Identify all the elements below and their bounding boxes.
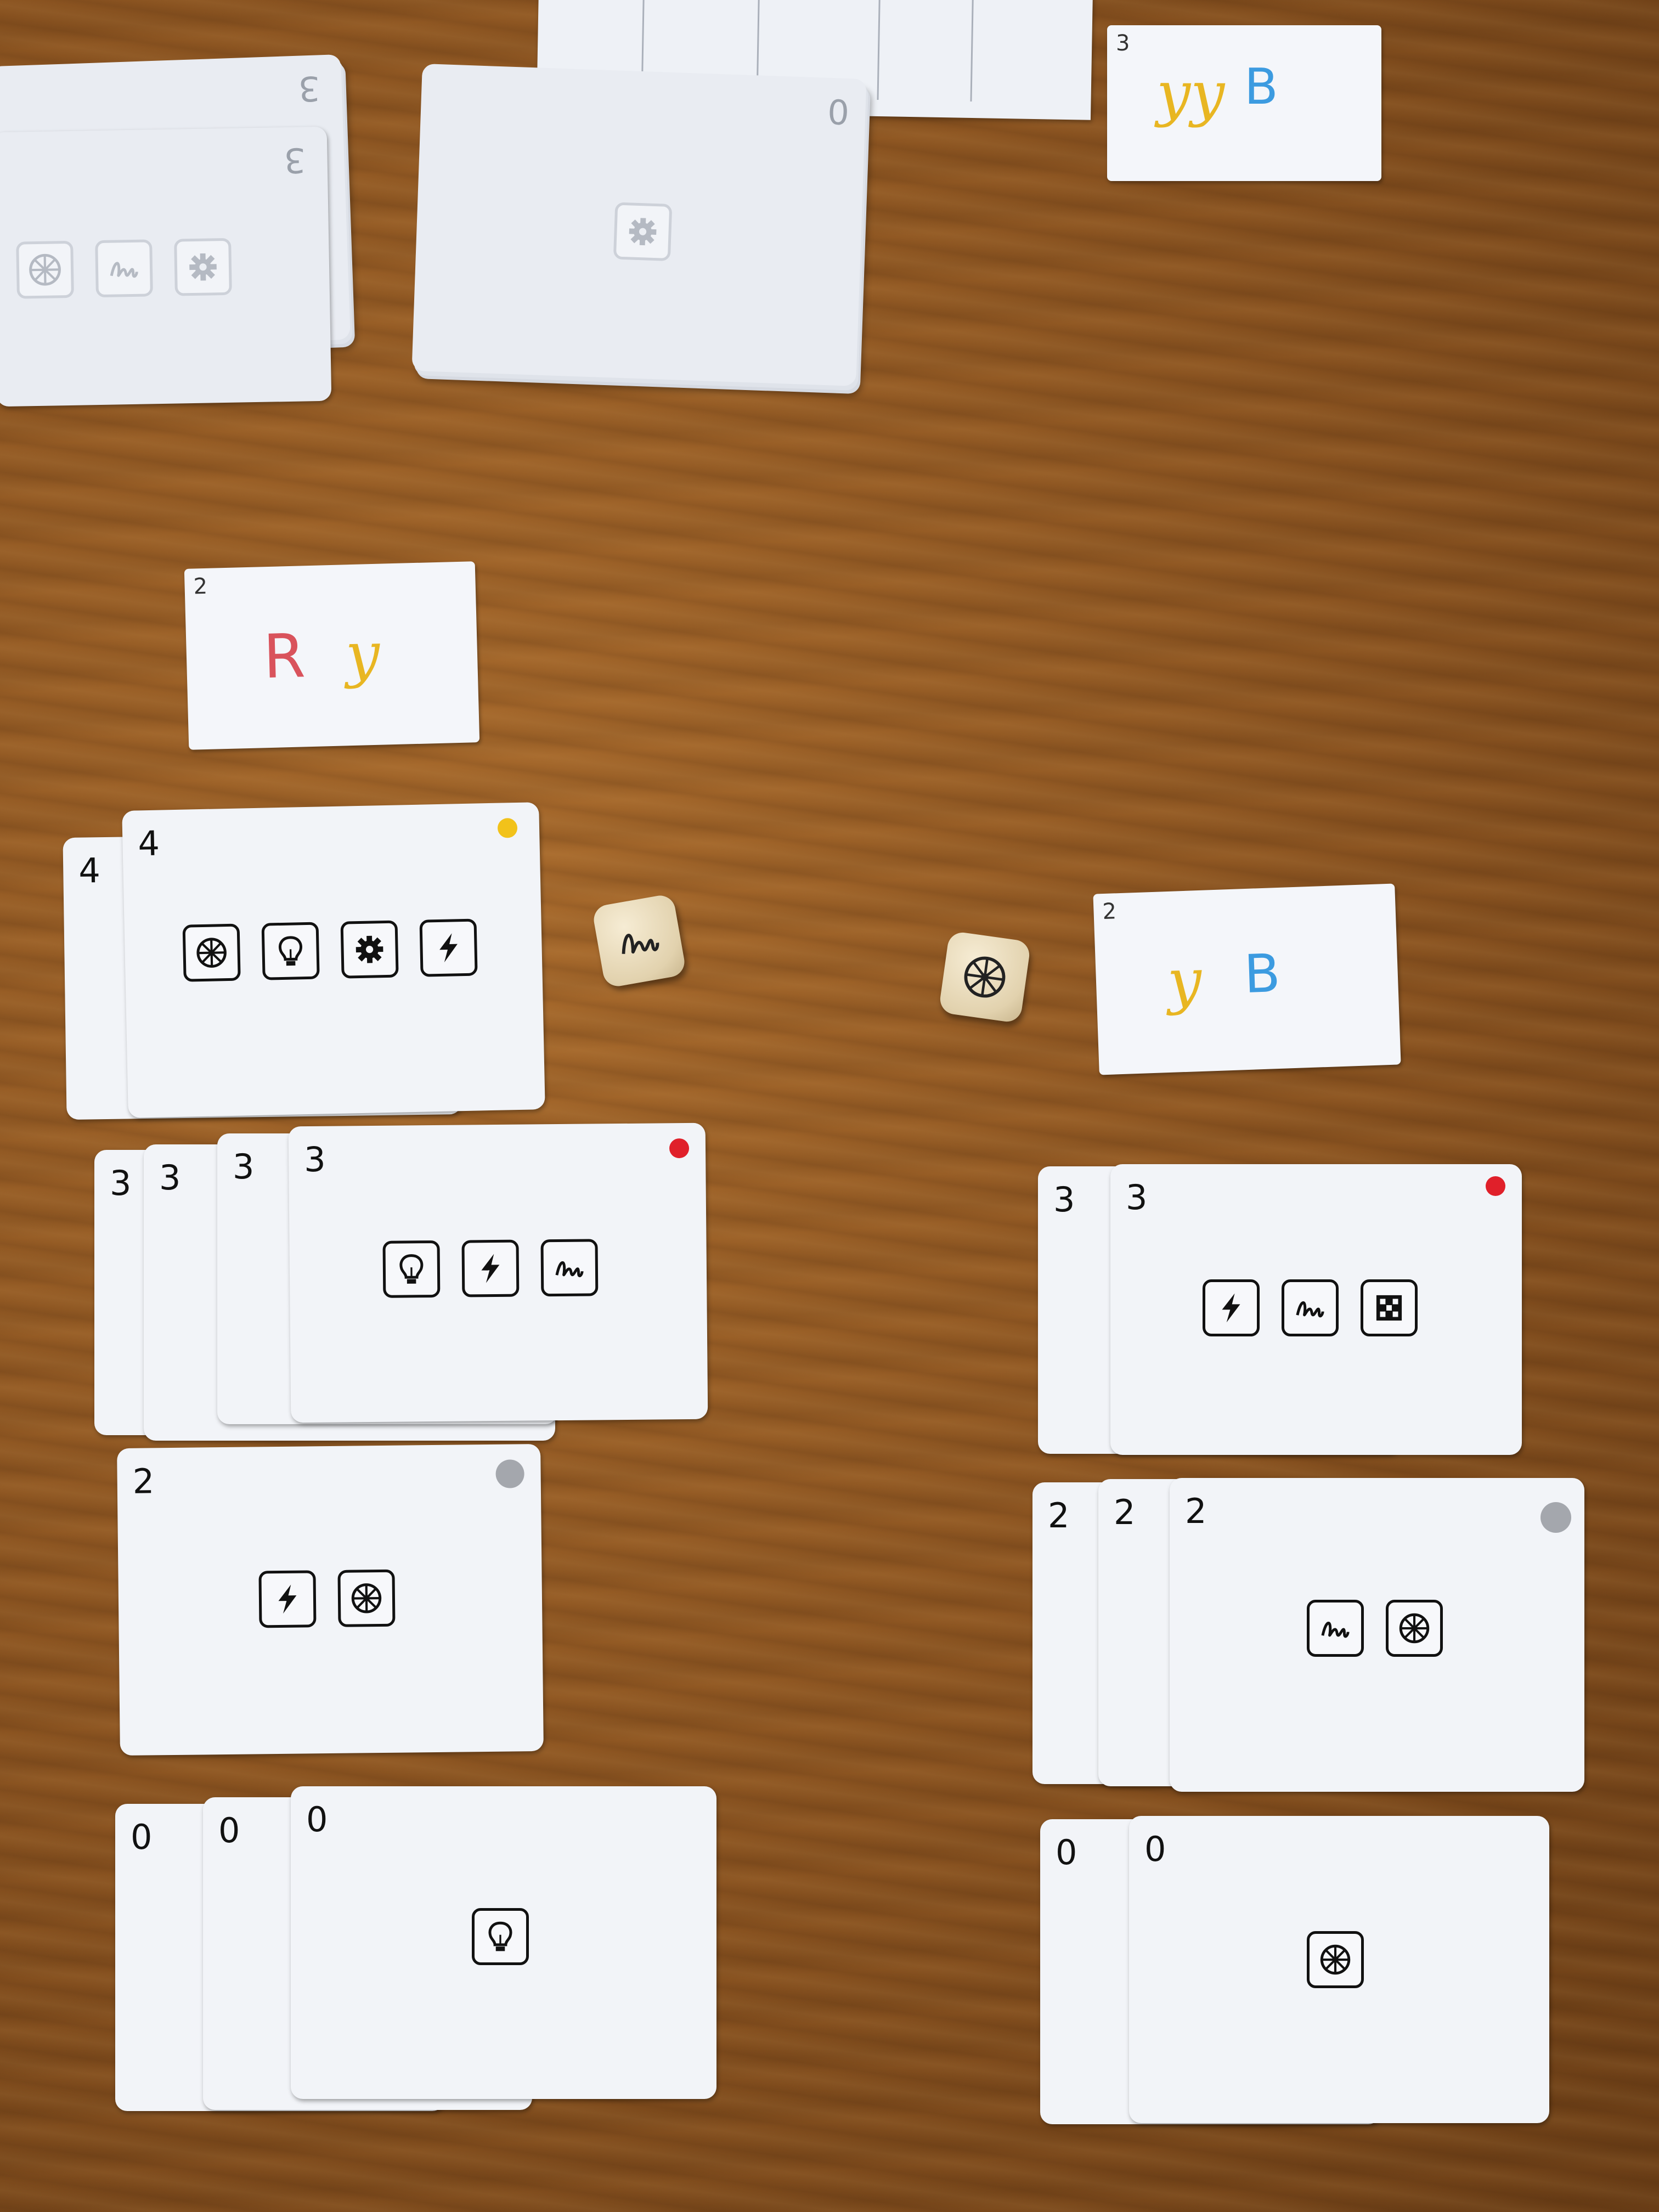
wheel-icon bbox=[16, 240, 74, 299]
lightning-icon bbox=[1203, 1279, 1260, 1336]
card-number: 4 bbox=[137, 823, 160, 864]
spring-icon bbox=[622, 934, 659, 954]
card-number: 0 bbox=[218, 1810, 240, 1850]
die-wheel[interactable] bbox=[938, 930, 1031, 1024]
wheel-icon bbox=[1307, 1931, 1364, 1988]
card-number: 0 bbox=[306, 1799, 328, 1839]
card-number: 2 bbox=[1185, 1491, 1207, 1531]
card-icons bbox=[1307, 1600, 1443, 1657]
wheel-icon bbox=[182, 923, 241, 982]
card-zero-row-top[interactable]: 0 bbox=[291, 1786, 716, 2099]
lightning-icon bbox=[258, 1570, 317, 1628]
goal-letter-yellow: y bbox=[345, 618, 381, 690]
spring-icon bbox=[95, 239, 153, 298]
card-icons bbox=[613, 202, 673, 262]
bulb-icon bbox=[261, 922, 320, 980]
goal-letters-blue: B bbox=[1244, 58, 1278, 116]
goal-card-right[interactable]: 2 y B bbox=[1093, 883, 1401, 1075]
goal-letters-yellow: yy bbox=[1156, 58, 1225, 128]
bulb-icon bbox=[472, 1908, 529, 1965]
red-dot bbox=[1486, 1176, 1505, 1196]
card-number: 3 bbox=[159, 1158, 181, 1198]
goal-card-left[interactable]: 2 R y bbox=[184, 561, 480, 750]
card-number: 3 bbox=[1053, 1180, 1075, 1220]
wheel-icon bbox=[1386, 1600, 1443, 1657]
card-icons bbox=[16, 238, 232, 299]
draw-pile-left-top[interactable]: 3 bbox=[0, 126, 332, 407]
wheel-icon bbox=[964, 956, 1006, 998]
card-icons bbox=[182, 918, 478, 982]
gear-icon bbox=[174, 238, 232, 296]
card-gray-row-top[interactable]: 2 bbox=[117, 1443, 544, 1756]
wheel-icon bbox=[337, 1569, 396, 1627]
card-number: 0 bbox=[131, 1817, 153, 1857]
gray-dot bbox=[1541, 1502, 1571, 1533]
card-number: 2 bbox=[1114, 1492, 1136, 1532]
card-yellow-row-top[interactable]: 4 bbox=[122, 802, 545, 1118]
gear-icon bbox=[613, 202, 673, 262]
card-number: 3 bbox=[1126, 1177, 1148, 1217]
card-right-red-row-top[interactable]: 3 bbox=[1110, 1164, 1522, 1455]
card-number: 3 bbox=[303, 1139, 326, 1180]
spring-icon bbox=[1307, 1600, 1364, 1657]
card-icons bbox=[258, 1569, 396, 1628]
card-icons bbox=[472, 1908, 529, 1965]
goal-letter-red: R bbox=[262, 620, 307, 692]
goal-letter-yellow: y bbox=[1166, 945, 1203, 1017]
draw-pile-middle[interactable]: 0 bbox=[411, 64, 867, 386]
card-number: 3 bbox=[110, 1163, 132, 1203]
card-right-zero-row-top[interactable]: 0 bbox=[1129, 1816, 1549, 2123]
card-number: 0 bbox=[826, 91, 850, 132]
game-table: 3 yy B 3 3 0 2 R y 2 y B 4 4 3 3 3 3 2 0… bbox=[0, 0, 1659, 2212]
card-number: 3 bbox=[283, 140, 306, 181]
gray-dot bbox=[495, 1459, 524, 1488]
card-red-row-top[interactable]: 3 bbox=[288, 1122, 708, 1423]
card-right-gray-row-top[interactable]: 2 bbox=[1170, 1478, 1584, 1792]
goal-card-number: 2 bbox=[193, 573, 208, 600]
bulb-icon bbox=[382, 1240, 441, 1298]
card-icons bbox=[382, 1239, 599, 1298]
goal-card-top-right[interactable]: 3 yy B bbox=[1107, 25, 1381, 181]
yellow-dot bbox=[497, 817, 518, 838]
card-number: 3 bbox=[297, 68, 321, 109]
goal-card-number: 3 bbox=[1116, 31, 1130, 56]
card-icons bbox=[1307, 1931, 1364, 1988]
spring-icon bbox=[540, 1239, 599, 1297]
lightning-icon bbox=[461, 1239, 520, 1297]
card-number: 0 bbox=[1144, 1829, 1166, 1869]
spring-icon bbox=[1282, 1279, 1339, 1336]
card-number: 3 bbox=[233, 1147, 255, 1187]
card-number: 2 bbox=[1048, 1496, 1070, 1536]
chip-icon bbox=[1361, 1279, 1418, 1336]
gear-icon bbox=[340, 920, 399, 979]
card-number: 0 bbox=[1056, 1832, 1077, 1872]
card-icons bbox=[1203, 1279, 1418, 1336]
red-dot bbox=[669, 1138, 690, 1159]
lightning-icon bbox=[419, 918, 478, 977]
card-number: 2 bbox=[132, 1461, 155, 1502]
die-spring[interactable] bbox=[591, 893, 687, 989]
goal-letter-blue: B bbox=[1243, 942, 1282, 1006]
goal-card-number: 2 bbox=[1102, 899, 1117, 925]
card-number: 4 bbox=[78, 850, 101, 891]
